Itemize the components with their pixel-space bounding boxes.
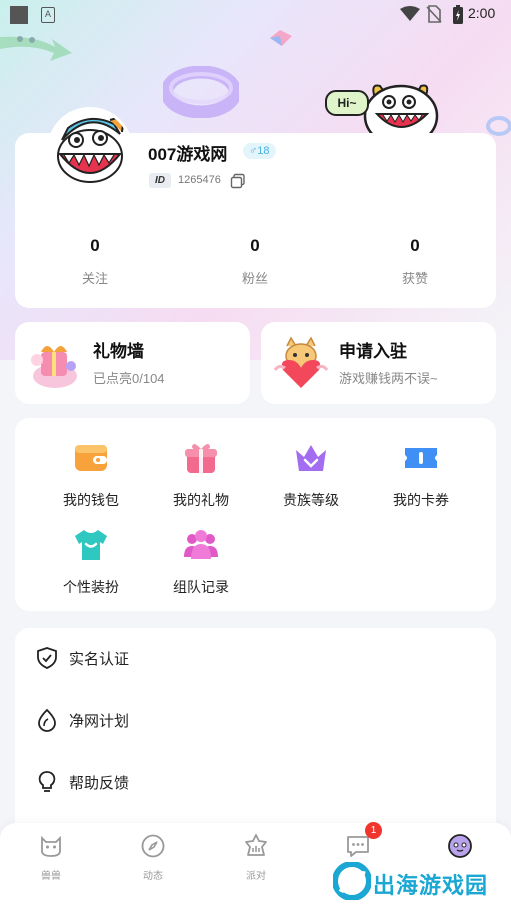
watermark-logo-icon xyxy=(333,862,371,900)
nav-tab-profile[interactable] xyxy=(430,833,490,867)
grid-label-coupons: 我的卡券 xyxy=(393,492,449,508)
username: 007游戏网 xyxy=(148,145,228,164)
grid-item-nobility[interactable]: 贵族等级 xyxy=(256,440,366,510)
gift-wall-subtitle: 已点亮0/104 xyxy=(93,371,165,386)
grid-label-team-records: 组队记录 xyxy=(173,579,229,595)
gift-wall-title: 礼物墙 xyxy=(93,342,144,361)
gender-level-badge: ♂18 xyxy=(243,143,276,159)
status-bar: A 2:00 xyxy=(0,0,511,30)
wifi-icon xyxy=(400,6,420,21)
crown-icon xyxy=(296,445,326,471)
apply-card[interactable]: 申请入驻 游戏赚钱两不误~ xyxy=(261,322,496,404)
message-badge: 1 xyxy=(365,822,382,839)
avatar-monster-icon xyxy=(50,110,130,190)
nav-label-beast: 兽兽 xyxy=(41,871,61,882)
list-label-clean-net: 净网计划 xyxy=(69,713,130,730)
nav-tab-beast[interactable]: 兽兽 xyxy=(21,833,81,882)
apply-subtitle: 游戏赚钱两不误~ xyxy=(339,371,438,386)
nav-label-party: 派对 xyxy=(246,871,266,882)
shield-check-icon xyxy=(37,647,57,669)
apply-title: 申请入驻 xyxy=(339,342,407,361)
grid-item-coupons[interactable]: 我的卡券 xyxy=(366,440,476,510)
nav-label-feed: 动态 xyxy=(143,871,163,882)
mascot-speech-bubble: Hi~ xyxy=(325,90,369,116)
avatar[interactable] xyxy=(47,107,133,193)
tshirt-icon xyxy=(75,530,107,560)
stat-following-label: 关注 xyxy=(81,271,108,286)
stat-likes[interactable]: 0 获赞 xyxy=(355,236,475,287)
grid-label-dressup: 个性装扮 xyxy=(63,579,119,595)
copy-icon[interactable] xyxy=(230,173,246,189)
compass-icon xyxy=(141,834,165,858)
status-time: 2:00 xyxy=(468,5,496,21)
ring-decoration-icon xyxy=(163,66,239,118)
nav-tab-feed[interactable]: 动态 xyxy=(123,833,183,882)
stat-likes-value: 0 xyxy=(410,236,420,255)
gem-decoration-icon xyxy=(270,30,292,46)
stat-fans-value: 0 xyxy=(250,236,260,255)
user-id-value: 1265476 xyxy=(178,174,221,186)
gift-wall-card[interactable]: 礼物墙 已点亮0/104 xyxy=(15,322,250,404)
party-icon xyxy=(245,834,267,856)
notification-square-icon xyxy=(10,6,28,24)
grid-item-gifts[interactable]: 我的礼物 xyxy=(146,440,256,510)
team-icon xyxy=(184,530,218,559)
battery-icon xyxy=(453,5,463,24)
stat-fans[interactable]: 0 粉丝 xyxy=(195,236,315,287)
list-item-clean-net[interactable]: 净网计划 xyxy=(35,700,475,740)
grid-label-gifts: 我的礼物 xyxy=(173,492,229,508)
gift-wall-image-icon xyxy=(31,346,77,388)
list-label-real-name: 实名认证 xyxy=(69,651,130,668)
stat-likes-label: 获赞 xyxy=(401,271,428,286)
grid-label-wallet: 我的钱包 xyxy=(63,492,119,508)
grid-item-team-records[interactable]: 组队记录 xyxy=(146,527,256,597)
leaf-icon xyxy=(38,708,56,732)
grid-item-wallet[interactable]: 我的钱包 xyxy=(36,440,146,510)
profile-face-icon xyxy=(448,834,472,858)
list-item-real-name[interactable]: 实名认证 xyxy=(35,638,475,678)
list-label-help-feedback: 帮助反馈 xyxy=(69,775,130,792)
mascot-speech-text: Hi~ xyxy=(337,96,357,110)
ticket-icon xyxy=(405,448,437,468)
no-sim-icon xyxy=(426,5,442,23)
list-item-help-feedback[interactable]: 帮助反馈 xyxy=(35,762,475,802)
grid-item-dressup[interactable]: 个性装扮 xyxy=(36,527,146,597)
wallet-icon xyxy=(75,445,107,471)
nav-tab-party[interactable]: 派对 xyxy=(226,833,286,882)
stat-following-value: 0 xyxy=(90,236,100,255)
a-notification-icon: A xyxy=(41,7,55,23)
cat-heart-icon xyxy=(273,336,329,388)
gift-icon xyxy=(185,443,217,473)
id-tag: ID xyxy=(149,173,171,188)
beast-icon xyxy=(41,835,61,857)
stat-following[interactable]: 0 关注 xyxy=(35,236,155,287)
watermark-text: 出海游戏园 xyxy=(373,873,489,898)
lightbulb-icon xyxy=(38,771,56,792)
stat-fans-label: 粉丝 xyxy=(241,271,268,286)
grid-label-nobility: 贵族等级 xyxy=(283,492,339,508)
arrow-decoration-icon xyxy=(0,36,72,61)
